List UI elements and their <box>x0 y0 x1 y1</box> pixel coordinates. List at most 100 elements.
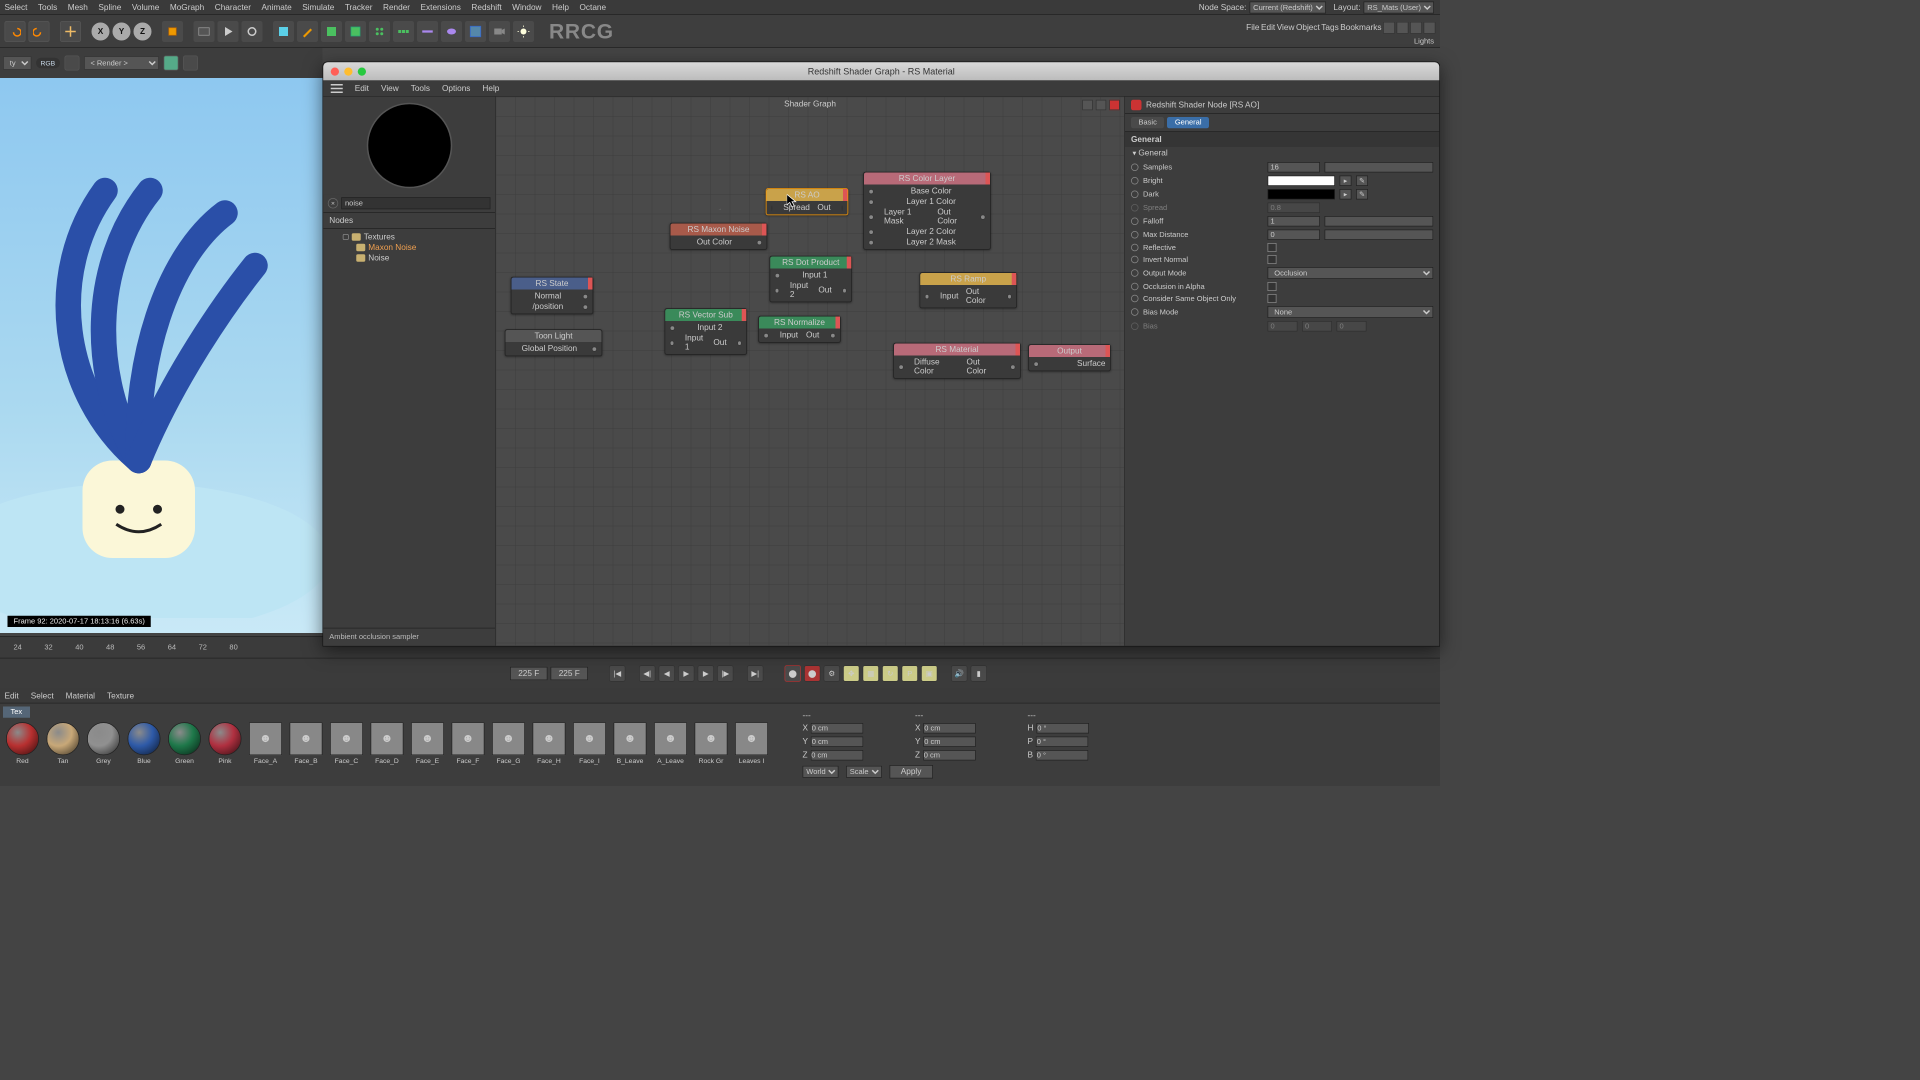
camera-tool[interactable] <box>489 21 510 42</box>
environment-tool[interactable] <box>465 21 486 42</box>
tex-tab[interactable]: Tex <box>3 707 30 718</box>
samples-slider[interactable] <box>1325 162 1434 173</box>
bright-swatch[interactable] <box>1268 176 1336 187</box>
record-button[interactable]: ⬤ <box>785 665 802 682</box>
collapse-icon[interactable] <box>1082 100 1093 111</box>
node-space-dropdown[interactable]: Current (Redshift) <box>1249 2 1326 14</box>
sg-menu-view[interactable]: View <box>381 84 399 93</box>
material-swatch[interactable]: Blue <box>126 722 162 764</box>
material-swatch[interactable]: ☻Face_A <box>248 722 284 764</box>
view-mode-dropdown[interactable]: ty <box>3 56 32 70</box>
material-swatch[interactable]: ☻Face_E <box>410 722 446 764</box>
param-radio[interactable] <box>1131 231 1139 239</box>
bias-mode-dropdown[interactable]: None <box>1268 306 1434 318</box>
matbar-select[interactable]: Select <box>31 691 54 700</box>
rot-h-input[interactable] <box>1036 723 1089 734</box>
material-swatch[interactable]: Pink <box>207 722 243 764</box>
matbar-material[interactable]: Material <box>66 691 95 700</box>
viewport-3d[interactable]: Frame 92: 2020-07-17 18:13:16 (6.63s) <box>0 78 323 633</box>
param-radio[interactable] <box>1131 191 1139 199</box>
material-swatch[interactable]: ☻Face_B <box>288 722 324 764</box>
falloff-input[interactable] <box>1268 216 1321 227</box>
render-settings-button[interactable] <box>242 21 263 42</box>
material-swatch[interactable]: ☻Leaves I <box>734 722 770 764</box>
shader-graph-canvas[interactable]: Shader Graph <box>496 97 1125 646</box>
axis-x-toggle[interactable]: X <box>92 22 110 40</box>
expand-icon[interactable] <box>1424 22 1436 34</box>
tab-basic[interactable]: Basic <box>1131 117 1164 128</box>
param-radio[interactable] <box>1131 218 1139 226</box>
menu-extensions[interactable]: Extensions <box>421 3 461 12</box>
obj-menu-bookmarks[interactable]: Bookmarks <box>1340 23 1381 32</box>
tree-noise[interactable]: Noise <box>326 253 492 264</box>
material-swatch[interactable]: ☻Rock Gr <box>693 722 729 764</box>
play-button[interactable]: ▶ <box>698 665 715 682</box>
obj-menu-edit[interactable]: Edit <box>1261 23 1275 32</box>
pos-z-input[interactable] <box>811 750 864 761</box>
axis-z-toggle[interactable]: Z <box>134 22 152 40</box>
material-swatch[interactable]: ☻B_Leave <box>612 722 648 764</box>
size-y-input[interactable] <box>924 737 977 748</box>
material-swatch[interactable]: ☻Face_I <box>572 722 608 764</box>
pen-tool[interactable] <box>297 21 318 42</box>
param-radio[interactable] <box>1131 308 1139 316</box>
menu-redshift[interactable]: Redshift <box>471 3 501 12</box>
size-x-input[interactable] <box>924 723 977 734</box>
dark-swatch[interactable] <box>1268 189 1336 200</box>
material-swatch[interactable]: ☻Face_H <box>531 722 567 764</box>
key-pos-button[interactable]: ✥ <box>843 665 860 682</box>
prev-key-button[interactable]: ◀| <box>639 665 656 682</box>
layout-dropdown[interactable]: RS_Mats (User) <box>1364 2 1435 14</box>
menu-mesh[interactable]: Mesh <box>68 3 88 12</box>
render-button[interactable] <box>218 21 239 42</box>
node-toon-light[interactable]: Toon Light Global Position <box>505 329 603 356</box>
occ-alpha-checkbox[interactable] <box>1268 282 1277 291</box>
param-radio[interactable] <box>1131 244 1139 252</box>
picker-icon[interactable]: ▸ <box>1340 176 1352 187</box>
error-flag-icon[interactable] <box>1109 100 1120 111</box>
generator-box[interactable] <box>345 21 366 42</box>
menu-animate[interactable]: Animate <box>261 3 291 12</box>
coord-space-dropdown[interactable]: World <box>803 766 839 778</box>
redo-button[interactable] <box>29 21 50 42</box>
menu-simulate[interactable]: Simulate <box>302 3 334 12</box>
window-titlebar[interactable]: Redshift Shader Graph - RS Material <box>323 62 1439 80</box>
render-view-button[interactable] <box>194 21 215 42</box>
apply-button[interactable]: Apply <box>890 765 933 779</box>
material-swatch[interactable]: Tan <box>45 722 81 764</box>
filter-icon[interactable] <box>1397 22 1409 34</box>
search-icon[interactable] <box>1383 22 1395 34</box>
node-rs-ramp[interactable]: RS Ramp InputOut Color <box>920 272 1018 308</box>
axis-y-toggle[interactable]: Y <box>113 22 131 40</box>
tree-maxon-noise[interactable]: Maxon Noise <box>326 242 492 253</box>
prev-frame-button[interactable]: ◀ <box>659 665 676 682</box>
play-back-button[interactable]: ▶ <box>678 665 695 682</box>
tree-textures[interactable]: Textures <box>326 232 492 243</box>
menu-tools[interactable]: Tools <box>38 3 57 12</box>
node-rs-vector-sub[interactable]: RS Vector Sub Input 2 Input 1Out <box>665 308 748 355</box>
material-swatch[interactable]: Green <box>167 722 203 764</box>
rot-b-input[interactable] <box>1036 750 1089 761</box>
menu-help[interactable]: Help <box>552 3 569 12</box>
expand-down-icon[interactable] <box>1096 100 1107 111</box>
maxdist-input[interactable] <box>1268 230 1321 241</box>
rgb-toggle[interactable]: RGB <box>36 58 60 69</box>
same-obj-checkbox[interactable] <box>1268 294 1277 303</box>
sg-menu-options[interactable]: Options <box>442 84 470 93</box>
material-swatch[interactable]: ☻Face_C <box>329 722 365 764</box>
goto-start-button[interactable]: |◀ <box>609 665 626 682</box>
clear-search-icon[interactable]: × <box>328 198 339 209</box>
param-radio[interactable] <box>1131 164 1139 172</box>
lock-icon[interactable] <box>163 56 178 71</box>
param-radio[interactable] <box>1131 269 1139 277</box>
menu-spline[interactable]: Spline <box>98 3 121 12</box>
menu-select[interactable]: Select <box>5 3 28 12</box>
current-frame-input[interactable] <box>510 667 548 681</box>
material-swatch[interactable]: ☻Face_D <box>369 722 405 764</box>
cloner-generator[interactable] <box>393 21 414 42</box>
samples-input[interactable] <box>1268 162 1321 173</box>
node-rs-dot-product[interactable]: RS Dot Product Input 1 Input 2Out <box>770 256 853 303</box>
sg-menu-tools[interactable]: Tools <box>411 84 430 93</box>
material-swatch[interactable]: Grey <box>86 722 122 764</box>
menu-render[interactable]: Render <box>383 3 410 12</box>
